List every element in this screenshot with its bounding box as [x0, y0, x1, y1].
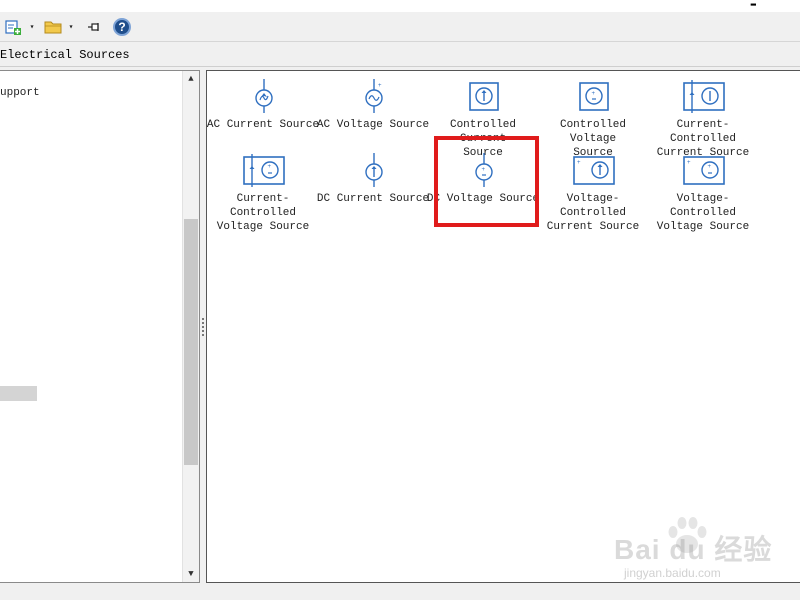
- block-voltage-controlled-voltage-source[interactable]: + + Voltage-Controlled Voltage Source: [648, 148, 758, 233]
- chevron-down-icon: ▾: [29, 23, 35, 32]
- block-label: AC Voltage Source: [316, 119, 430, 131]
- current-controlled-voltage-source-icon: +: [243, 154, 285, 187]
- block-ac-current-source[interactable]: AC Current Source: [206, 74, 320, 146]
- open-button[interactable]: [42, 16, 64, 38]
- help-button[interactable]: ?: [111, 16, 133, 38]
- toolbar: ▾ ▾ ?: [0, 12, 800, 42]
- block-dc-current-source[interactable]: DC Current Source: [316, 148, 430, 220]
- block-controlled-current-source[interactable]: Controlled Current Source: [428, 74, 538, 159]
- scroll-down-icon[interactable]: ▼: [183, 566, 199, 582]
- new-model-icon: [5, 20, 21, 35]
- open-dropdown[interactable]: ▾: [65, 16, 77, 38]
- controlled-voltage-source-icon: +: [579, 82, 609, 111]
- title-strip: ▬: [0, 0, 800, 12]
- controlled-current-source-icon: [469, 82, 499, 111]
- dc-current-source-icon: [365, 153, 383, 187]
- new-model-button[interactable]: [2, 16, 24, 38]
- svg-text:+: +: [378, 83, 382, 89]
- svg-text:+: +: [592, 91, 596, 97]
- block-current-controlled-current-source[interactable]: Current-Controlled Current Source: [648, 74, 758, 159]
- dc-voltage-source-icon: +: [475, 153, 493, 187]
- scroll-up-icon[interactable]: ▲: [183, 71, 199, 87]
- svg-text:+: +: [577, 160, 581, 166]
- tree-selected-item[interactable]: [0, 386, 37, 401]
- help-icon: ?: [113, 18, 131, 36]
- block-label: DC Voltage Source: [426, 193, 540, 205]
- block-controlled-voltage-source[interactable]: + Controlled Voltage Source: [538, 74, 648, 159]
- splitter-handle[interactable]: [202, 318, 205, 336]
- library-tree-pane[interactable]: upport ▲ ▼: [0, 70, 200, 583]
- block-label: Voltage-Controlled Voltage Source: [656, 193, 750, 233]
- svg-text:+: +: [268, 164, 272, 170]
- block-voltage-controlled-current-source[interactable]: + Voltage-Controlled Current Source: [538, 148, 648, 233]
- tree-scrollbar[interactable]: ▲ ▼: [182, 71, 199, 582]
- scrollbar-thumb[interactable]: [184, 219, 198, 465]
- chevron-down-icon: ▾: [68, 23, 74, 32]
- block-ac-voltage-source[interactable]: + AC Voltage Source: [316, 74, 430, 146]
- pin-button[interactable]: [84, 16, 104, 38]
- voltage-controlled-current-source-icon: +: [573, 156, 615, 185]
- block-label: Current-Controlled Voltage Source: [216, 193, 310, 233]
- library-blocks-pane: AC Current Source + AC Voltage Source Co…: [206, 70, 800, 583]
- divider: [0, 66, 800, 67]
- ac-current-source-icon: [255, 79, 273, 113]
- block-current-controlled-voltage-source[interactable]: + Current-Controlled Voltage Source: [208, 148, 318, 233]
- block-dc-voltage-source[interactable]: + DC Voltage Source: [426, 148, 540, 220]
- svg-text:+: +: [687, 160, 691, 166]
- window-control-icon[interactable]: ▬: [751, 0, 756, 9]
- ac-voltage-source-icon: +: [365, 79, 383, 113]
- block-label: AC Current Source: [206, 119, 320, 131]
- new-model-dropdown[interactable]: ▾: [26, 16, 38, 38]
- pin-icon: [88, 23, 99, 31]
- voltage-controlled-voltage-source-icon: + +: [683, 156, 725, 185]
- current-controlled-current-source-icon: [683, 80, 725, 113]
- svg-text:+: +: [482, 167, 486, 173]
- block-label: Voltage-Controlled Current Source: [546, 193, 640, 233]
- tree-item[interactable]: upport: [0, 87, 40, 99]
- folder-open-icon: [44, 21, 62, 34]
- svg-text:+: +: [708, 164, 712, 170]
- block-label: DC Current Source: [316, 193, 430, 205]
- status-bar: [0, 583, 800, 600]
- panel-title: Electrical Sources: [0, 48, 130, 62]
